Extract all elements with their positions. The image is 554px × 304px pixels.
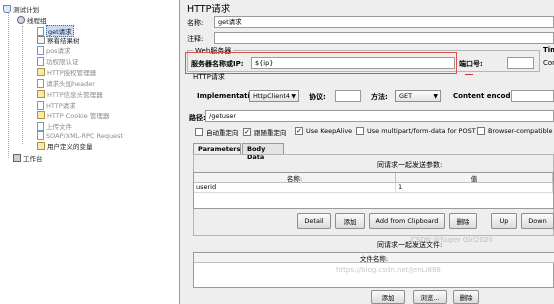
chevron-down-icon: ▼ [291, 93, 296, 100]
sampler-icon [37, 45, 44, 55]
watermark: CSDN @Super Girl2020 [411, 236, 493, 244]
browser-compatible-checkbox[interactable]: Browser-compatible h [477, 127, 554, 135]
test-plan-icon [3, 5, 11, 13]
tree-item-auth-manager[interactable]: HTTP授权管理器 [37, 67, 96, 77]
multipart-checkbox[interactable]: Use multipart/form-data for POST [356, 127, 476, 135]
method-select[interactable]: GET ▼ [395, 90, 441, 102]
config-icon [37, 142, 45, 150]
tree-item-user-variables[interactable]: 用户定义的变量 [37, 141, 93, 151]
highlight-box [185, 52, 457, 74]
port-field[interactable] [507, 57, 534, 69]
thread-group-icon [17, 16, 25, 24]
checkbox-box [477, 127, 485, 135]
parameters-table[interactable]: 名称: 值 userid 1 [193, 172, 554, 209]
http-request-section-label: HTTP请求 [193, 73, 225, 81]
connect-timeout-label: Con [543, 59, 554, 67]
test-plan-tree[interactable]: 测试计划 线程组 get请求 察看结果树 pos请求 功权限认证 HTTP授权管… [0, 0, 180, 304]
implementation-select[interactable]: HttpClient4 ▼ [249, 90, 299, 102]
table-cell-value[interactable]: 1 [396, 183, 553, 193]
tree-item-http-request[interactable]: HTTP请求 [37, 100, 76, 110]
method-label: 方法: [371, 93, 388, 101]
add-file-button[interactable]: 添加 [371, 290, 405, 304]
protocol-field[interactable] [335, 90, 361, 102]
follow-redirect-checkbox[interactable]: ✓ 跟随重定向 [243, 127, 287, 137]
keepalive-checkbox[interactable]: ✓ Use KeepAlive [295, 127, 352, 135]
content-encoding-field[interactable] [511, 90, 554, 102]
checkbox-box [195, 128, 203, 136]
protocol-label: 协议: [309, 93, 326, 101]
timeout-label: Tim [543, 46, 554, 54]
sampler-icon [37, 131, 44, 140]
add-from-clipboard-button[interactable]: Add from Clipboard [369, 213, 445, 229]
tree-item-workbench[interactable]: 工作台 [13, 153, 43, 163]
tree-item-soap-request[interactable]: SOAP/XML-RPC Request [37, 131, 123, 140]
tree-item-thread-group[interactable]: 线程组 [17, 15, 47, 25]
workbench-icon [13, 154, 21, 162]
sampler-icon [37, 78, 44, 88]
checkbox-label: 跟随重定向 [254, 129, 287, 137]
tab-parameters[interactable]: Parameters [193, 143, 241, 154]
checkbox-label: 自动重定向 [206, 129, 239, 137]
path-label: 路径: [189, 114, 206, 122]
sampler-icon [37, 56, 44, 66]
tree-item-test-plan[interactable]: 测试计划 [3, 4, 39, 14]
comment-label: 注释: [187, 35, 204, 43]
checkbox-label: Use multipart/form-data for POST [367, 127, 476, 135]
checkbox-label: Browser-compatible h [488, 127, 554, 135]
checkbox-box [356, 127, 364, 135]
detail-button[interactable]: Detail [297, 213, 331, 229]
tree-item-post-request[interactable]: pos请求 [37, 45, 71, 55]
up-button[interactable]: Up [491, 213, 517, 229]
config-icon [37, 68, 45, 76]
checkmark-icon: ✓ [243, 128, 251, 136]
checkmark-icon: ✓ [295, 127, 303, 135]
browse-button[interactable]: 浏览... [413, 290, 447, 304]
name-field[interactable]: get请求 [214, 16, 554, 28]
tree-item-upload-file[interactable]: 上传文件 [37, 121, 72, 131]
config-icon [37, 111, 45, 119]
column-header-value[interactable]: 值 [396, 173, 553, 183]
name-label: 名称: [187, 19, 204, 27]
comment-field[interactable] [214, 32, 554, 44]
tab-body-data[interactable]: Body Data [242, 143, 284, 161]
column-header-filename[interactable]: 文件名称: [194, 253, 554, 263]
tree-item-view-results-tree[interactable]: 察看结果树 [37, 35, 80, 45]
path-field[interactable]: /getuser [205, 110, 554, 122]
method-value: GET [399, 92, 413, 100]
implementation-value: HttpClient4 [253, 92, 291, 100]
panel-title: HTTP请求 [187, 4, 231, 15]
tree-item-header-manager[interactable]: HTTP信息头管理器 [37, 89, 103, 99]
watermark-url: https://blog.csdn.net/JenLi888 [336, 266, 441, 274]
add-param-button[interactable]: 添加 [335, 213, 365, 229]
table-cell-name[interactable]: userid [194, 183, 396, 193]
sampler-icon [37, 100, 44, 110]
http-request-panel: HTTP请求 名称: get请求 注释: Web服务器 服务器名称或IP: ${… [181, 0, 554, 304]
delete-file-button[interactable]: 删除 [453, 290, 479, 304]
params-caption: 同请求一起发送参数: [377, 161, 443, 169]
column-header-name[interactable]: 名称: [194, 173, 396, 183]
port-label: 端口号: [459, 60, 483, 68]
config-icon [37, 90, 45, 98]
down-button[interactable]: Down [521, 213, 554, 229]
checkbox-label: Use KeepAlive [306, 127, 353, 135]
tree-item-header-request[interactable]: 请求头加header [37, 78, 95, 88]
sampler-icon [37, 121, 44, 131]
delete-param-button[interactable]: 删除 [449, 213, 477, 229]
red-marker [465, 74, 473, 75]
auto-redirect-checkbox[interactable]: 自动重定向 [195, 127, 239, 137]
chevron-down-icon: ▼ [433, 93, 438, 100]
listener-icon [37, 36, 45, 44]
tree-item-cookie-manager[interactable]: HTTP Cookie 管理器 [37, 110, 109, 120]
tree-item-auth[interactable]: 功权限认证 [37, 56, 79, 66]
